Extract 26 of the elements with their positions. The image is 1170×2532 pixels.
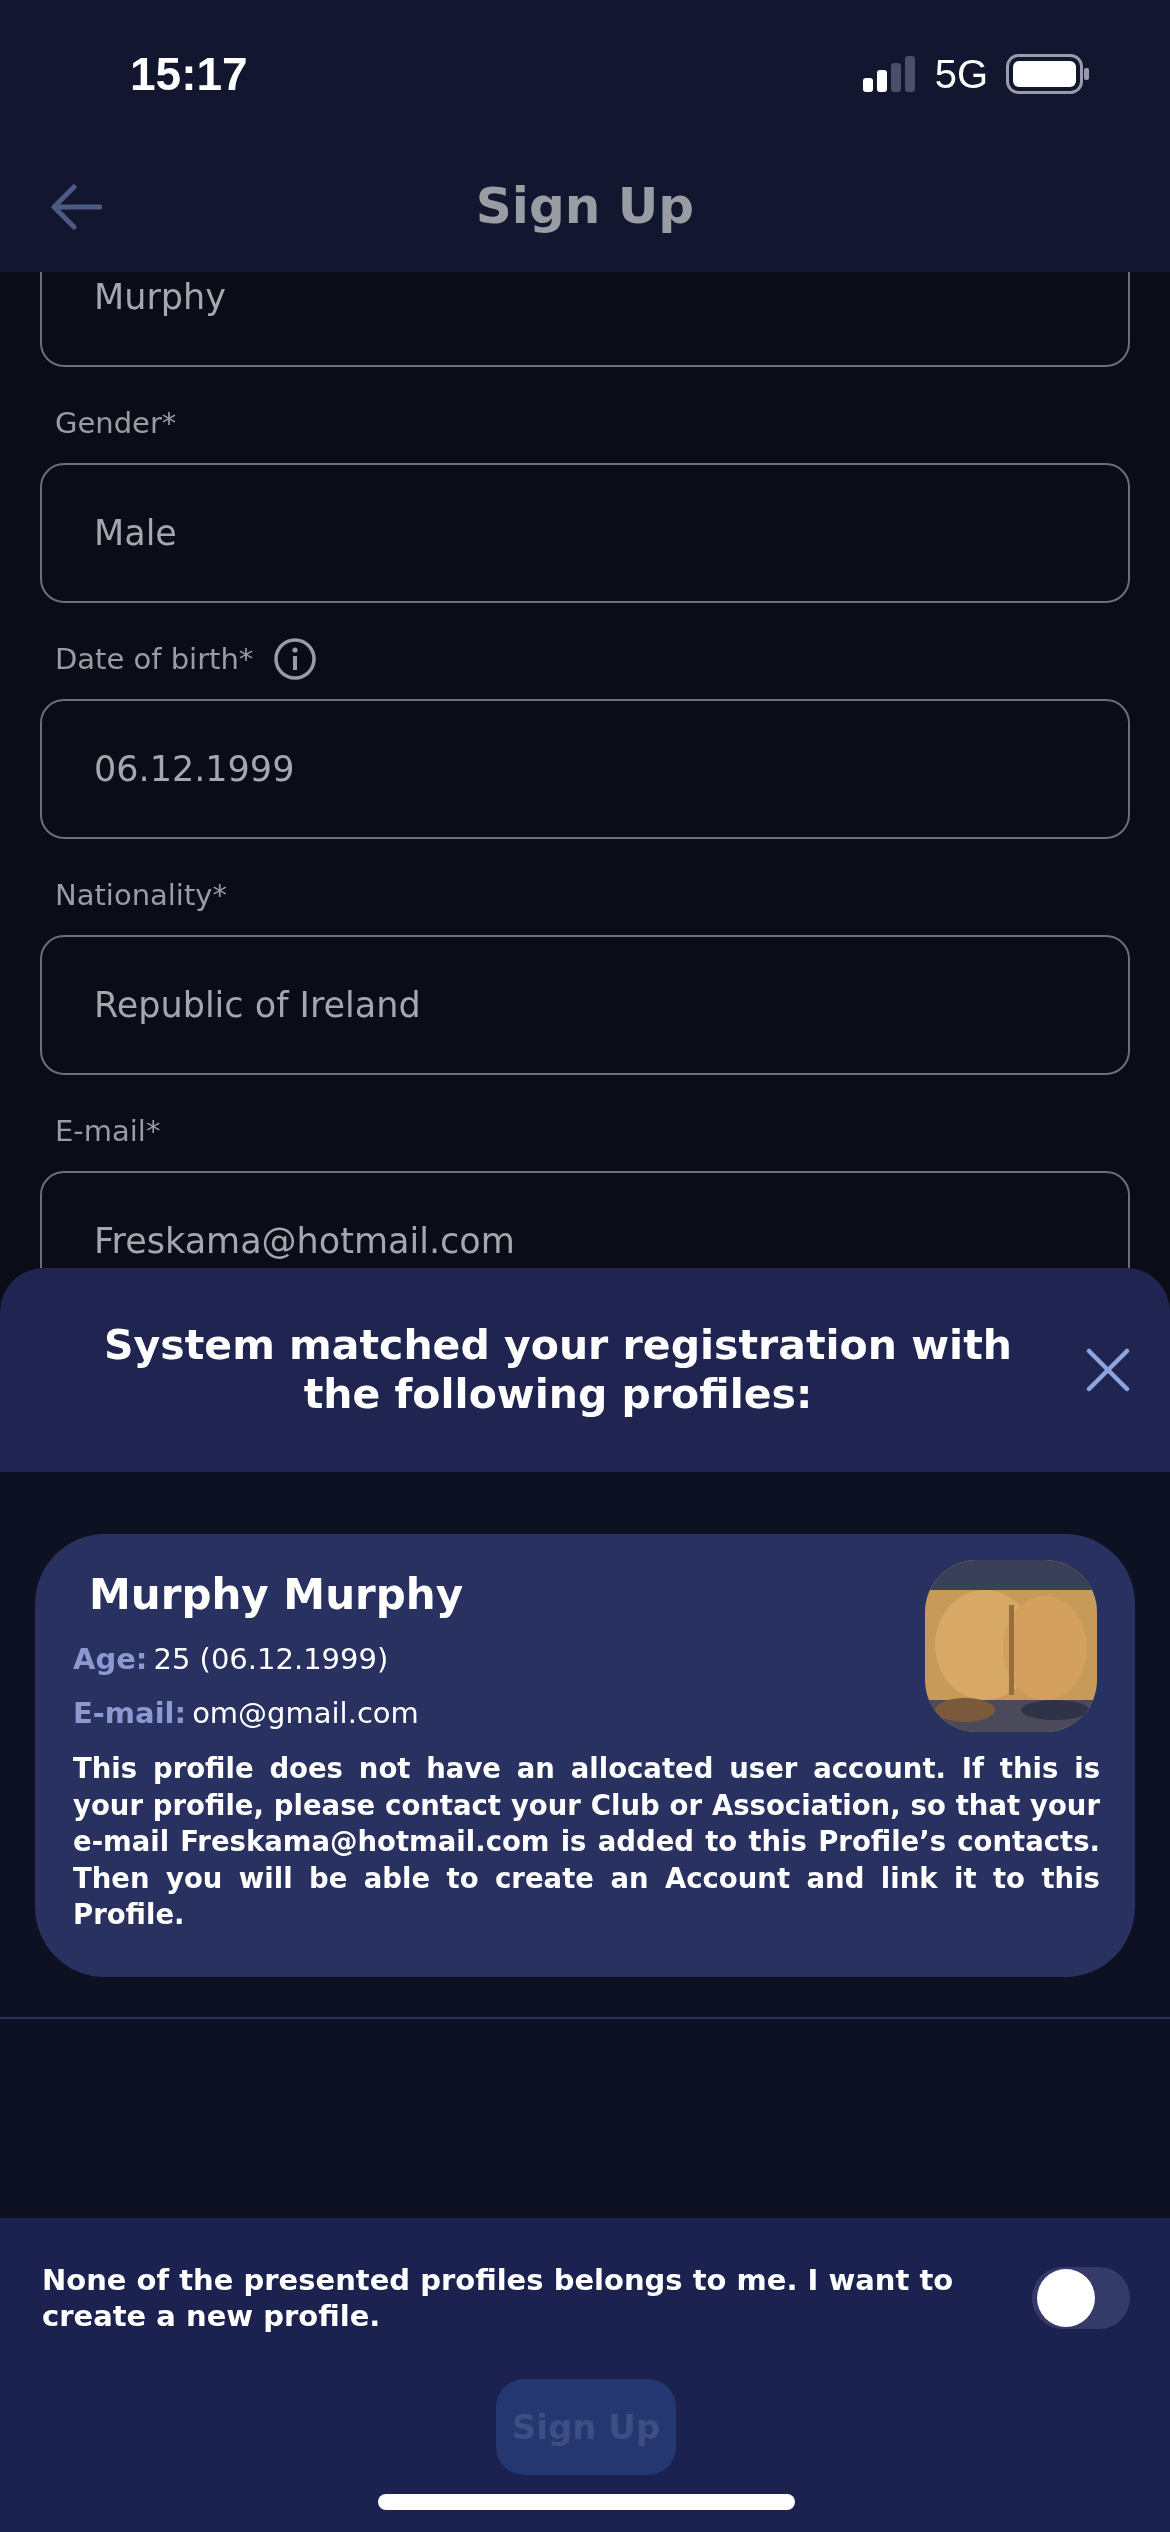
field-label: E-mail* xyxy=(55,1114,161,1148)
network-label: 5G xyxy=(934,51,988,97)
sheet-title: System matched your registration with the following profiles: xyxy=(103,1320,1013,1420)
signal-icon xyxy=(862,56,917,92)
battery-icon xyxy=(1006,54,1090,94)
field-label: Nationality* xyxy=(55,878,227,912)
input-field[interactable]: Republic of Ireland xyxy=(40,935,1130,1075)
input-field[interactable]: Murphy xyxy=(40,272,1130,367)
status-time: 15:17 xyxy=(130,47,248,101)
email-value: om@gmail.com xyxy=(192,1696,419,1730)
screen-title: Sign Up xyxy=(475,177,695,235)
info-icon[interactable] xyxy=(273,637,318,681)
close-icon xyxy=(1086,1348,1130,1392)
field-label: Date of birth* xyxy=(55,642,254,676)
profile-name: Murphy Murphy xyxy=(89,1568,465,1621)
close-button[interactable] xyxy=(1086,1348,1130,1392)
profile-card[interactable] xyxy=(35,1534,1135,1977)
field-label: Gender* xyxy=(55,406,177,440)
email-label: E-mail: xyxy=(73,1696,187,1730)
toggle-label: None of the presented profiles belongs to me. I want to create a new profile. xyxy=(42,2262,955,2335)
input-field[interactable]: Male xyxy=(40,463,1130,603)
age-label: Age: xyxy=(73,1642,148,1676)
profile-note: This profile does not have an allocated user account. If this is your profile, please contact your Club or Association, so that your e-mail Freskama@hotmail.com is added to this Profile’s contacts. Then you will be able to create an Account and link it to this Profile. xyxy=(73,1751,1100,1933)
input-field[interactable]: 06.12.1999 xyxy=(40,699,1130,839)
age-value: 25 (06.12.1999) xyxy=(153,1642,389,1676)
back-arrow-icon xyxy=(50,184,102,230)
